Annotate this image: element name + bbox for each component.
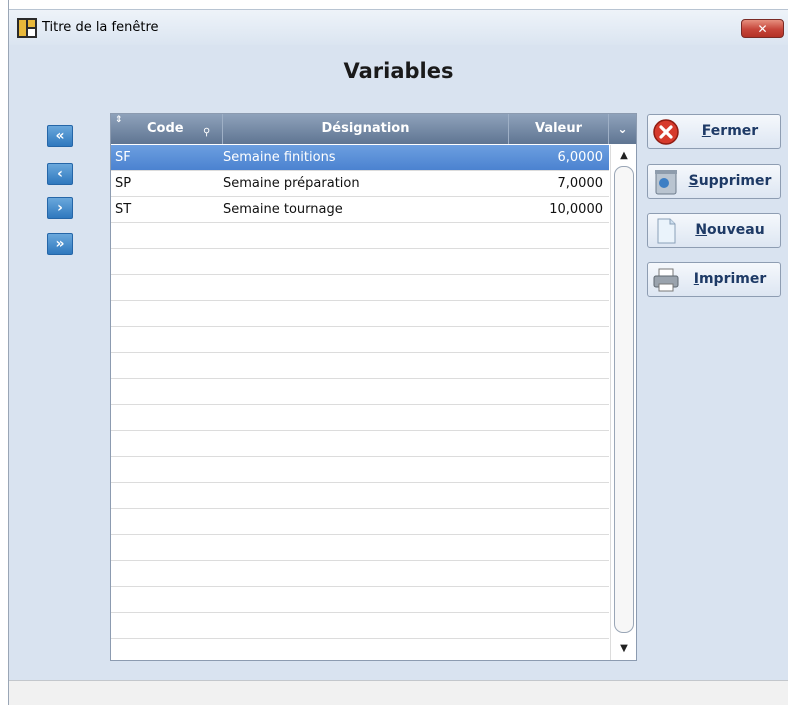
search-icon: ⚲: [203, 127, 211, 138]
cell-designation: Semaine finitions: [223, 150, 336, 165]
double-chevron-right-icon: »: [55, 236, 65, 252]
table-row[interactable]: [111, 431, 609, 457]
page-title: Variables: [343, 59, 454, 83]
scroll-down-arrow-icon[interactable]: ▼: [614, 640, 634, 658]
cell-code: SP: [115, 176, 132, 191]
chevron-right-icon: ›: [57, 200, 63, 216]
table-row[interactable]: [111, 587, 609, 613]
window-close-button[interactable]: ✕: [741, 19, 784, 38]
chevron-left-icon: ‹: [57, 166, 63, 182]
table-row[interactable]: [111, 613, 609, 639]
table-row[interactable]: [111, 483, 609, 509]
new-button[interactable]: Nouveau: [647, 213, 781, 248]
window-title: Titre de la fenêtre: [42, 20, 159, 35]
scroll-thumb[interactable]: [614, 166, 634, 633]
table-row[interactable]: [111, 561, 609, 587]
new-document-icon: [657, 218, 676, 244]
close-button-label: Fermer: [701, 123, 759, 139]
title-bar: Titre de la fenêtre ✕: [9, 9, 788, 45]
variables-table[interactable]: ⇕ Code ⚲ Désignation Valeur ⌄ SF Semaine …: [110, 113, 637, 661]
delete-button-label: Supprimer: [688, 173, 772, 189]
close-x-icon: [653, 119, 679, 145]
cell-code: SF: [115, 150, 131, 165]
cell-code: ST: [115, 202, 132, 217]
nav-previous-button[interactable]: ‹: [47, 163, 73, 185]
print-button[interactable]: Imprimer: [647, 262, 781, 297]
table-row[interactable]: SF Semaine finitions 6,0000: [111, 145, 609, 171]
table-row[interactable]: [111, 327, 609, 353]
status-bar: [9, 680, 788, 705]
print-button-label: Imprimer: [693, 271, 767, 287]
column-options-icon[interactable]: ⌄: [609, 114, 636, 144]
cell-value: 7,0000: [557, 176, 604, 191]
recycle-bin-icon: [655, 170, 677, 195]
table-row[interactable]: [111, 639, 609, 660]
new-button-label: Nouveau: [695, 222, 765, 238]
close-button[interactable]: Fermer: [647, 114, 781, 149]
table-row[interactable]: [111, 275, 609, 301]
nav-next-button[interactable]: ›: [47, 197, 73, 219]
cell-value: 6,0000: [557, 150, 604, 165]
sort-icon: ⇕: [115, 115, 123, 125]
table-row[interactable]: [111, 457, 609, 483]
scroll-up-arrow-icon[interactable]: ▲: [614, 147, 634, 165]
table-row[interactable]: ST Semaine tournage 10,0000: [111, 197, 609, 223]
app-icon: [17, 18, 37, 38]
table-row[interactable]: [111, 249, 609, 275]
column-header-value[interactable]: Valeur: [509, 114, 609, 144]
table-header: ⇕ Code ⚲ Désignation Valeur ⌄: [111, 114, 636, 144]
printer-icon: [653, 268, 679, 292]
window-left-edge: [0, 0, 9, 705]
double-chevron-left-icon: «: [55, 128, 65, 144]
column-header-code[interactable]: ⇕ Code ⚲: [111, 114, 223, 144]
nav-first-button[interactable]: «: [47, 125, 73, 147]
table-row[interactable]: [111, 379, 609, 405]
table-row[interactable]: [111, 509, 609, 535]
delete-button[interactable]: Supprimer: [647, 164, 781, 199]
table-row[interactable]: SP Semaine préparation 7,0000: [111, 171, 609, 197]
table-row[interactable]: [111, 223, 609, 249]
column-header-designation[interactable]: Désignation: [223, 114, 509, 144]
table-row[interactable]: [111, 405, 609, 431]
cell-value: 10,0000: [549, 202, 603, 217]
table-row[interactable]: [111, 301, 609, 327]
table-row[interactable]: [111, 353, 609, 379]
table-row[interactable]: [111, 535, 609, 561]
nav-last-button[interactable]: »: [47, 233, 73, 255]
cell-designation: Semaine tournage: [223, 202, 343, 217]
cell-designation: Semaine préparation: [223, 176, 360, 191]
close-x-icon: ✕: [757, 21, 768, 36]
